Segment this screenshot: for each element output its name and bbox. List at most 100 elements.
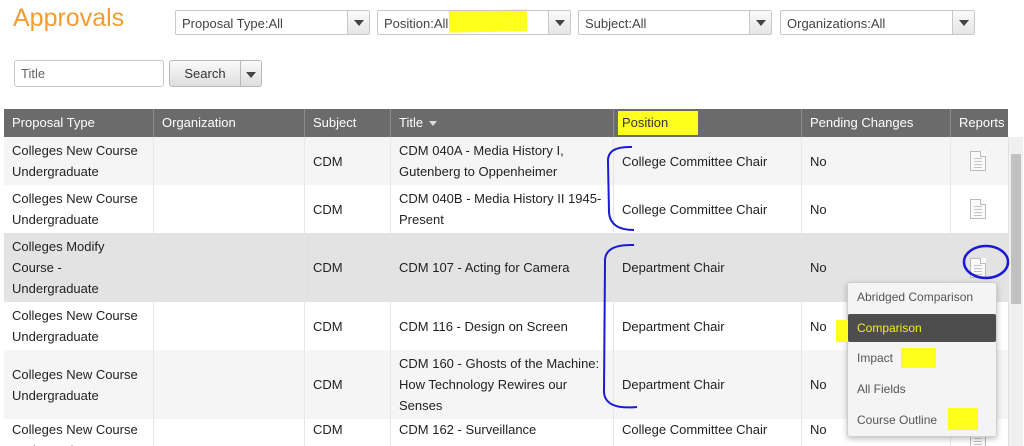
col-proposal-type[interactable]: Proposal Type [4, 109, 154, 137]
cell-title-line: Gutenberg to Oppenheimer [399, 164, 558, 179]
cell-title: CDM 116 - Design on Screen [391, 302, 614, 350]
cell-pending-changes-value: No [810, 201, 827, 217]
cell-position: College Committee Chair [614, 137, 802, 185]
cell-position-value: Department Chair [622, 318, 725, 334]
cell-subject-value: CDM [313, 153, 343, 169]
cell-subject: CDM [305, 137, 391, 185]
menu-item-all-fields[interactable]: All Fields [848, 375, 996, 403]
cell-pending-changes-text: No [810, 316, 827, 337]
cell-proposal-type-line: Colleges New Course [12, 143, 138, 158]
cell-proposal-type: Colleges New Course Undergraduate [4, 137, 154, 185]
cell-proposal-type-text: Colleges New Course Undergraduate [12, 364, 138, 406]
proposal-type-filter-label: Proposal Type:All [182, 16, 283, 31]
report-document-icon[interactable] [970, 151, 986, 171]
cell-subject: CDM [305, 419, 391, 446]
chevron-down-icon[interactable] [548, 11, 570, 34]
cell-pending-changes-text: No [810, 199, 827, 220]
organizations-filter-label: Organizations:All [787, 16, 886, 31]
position-filter-label: Position:All [384, 16, 449, 31]
cell-pending-changes-text: No [810, 374, 827, 395]
cell-proposal-type-line: Colleges Modify [12, 239, 105, 254]
cell-title-line: CDM 040A - Media History I, [399, 143, 564, 158]
col-subject[interactable]: Subject [305, 109, 391, 137]
report-document-icon[interactable] [970, 199, 986, 219]
chevron-down-icon[interactable] [952, 11, 974, 34]
cell-position-text: Department Chair [622, 257, 725, 278]
cell-title-line: Present [399, 212, 444, 227]
cell-title-line: CDM 040B - Media History II 1945- [399, 191, 602, 206]
cell-proposal-type-line: Course - [12, 260, 62, 275]
table-row[interactable]: Colleges New Course Undergraduate CDM CDM 0… [4, 137, 1008, 185]
cell-subject-text: CDM [313, 199, 343, 220]
highlight-mark [901, 348, 936, 368]
cell-position-value: Department Chair [622, 260, 725, 275]
chevron-down-icon [246, 72, 256, 78]
title-search-input[interactable] [14, 60, 164, 87]
cell-proposal-type-text: Colleges New Course Undergraduate [12, 188, 138, 230]
cell-pending-changes-text: No [810, 151, 827, 172]
cell-proposal-type: Colleges New Course Undergraduate [4, 350, 154, 419]
menu-item-comparison[interactable]: Comparison [848, 314, 996, 342]
cell-position-value: College Committee Chair [622, 153, 768, 169]
cell-reports [951, 185, 1008, 233]
report-document-icon[interactable] [970, 258, 986, 278]
scrollbar-thumb[interactable] [1011, 154, 1021, 304]
cell-position-value: College Committee Chair [622, 422, 768, 437]
cell-position-value: College Committee Chair [622, 201, 768, 217]
proposal-type-filter[interactable]: Proposal Type:All [175, 10, 370, 35]
organizations-filter[interactable]: Organizations:All [780, 10, 975, 35]
cell-proposal-type: Colleges New Course Undergraduate [4, 185, 154, 233]
menu-item-abridged-comparison[interactable]: Abridged Comparison [848, 283, 996, 311]
cell-reports [951, 137, 1008, 185]
cell-subject: CDM [305, 233, 391, 302]
cell-proposal-type-line: Undergraduate [12, 329, 99, 344]
position-filter[interactable]: Position:All [377, 10, 571, 35]
cell-proposal-type-line: Undergraduate [12, 281, 99, 296]
chevron-down-icon[interactable] [749, 11, 771, 34]
col-position[interactable]: Position [614, 109, 802, 137]
cell-organization [154, 350, 305, 419]
cell-subject-text: CDM [313, 316, 343, 337]
cell-position-text: College Committee Chair [622, 419, 767, 440]
cell-pending-changes-value: No [810, 377, 827, 392]
cell-pending-changes-text: No [810, 257, 827, 278]
cell-title-text: CDM 040A - Media History I, Gutenberg to … [399, 140, 564, 182]
cell-proposal-type-line: Colleges New Course [12, 422, 138, 437]
cell-title-line: How Technology Rewires our [399, 377, 568, 392]
search-options-dropdown[interactable] [241, 60, 262, 87]
cell-pending-changes-value: No [810, 153, 827, 169]
table-row[interactable]: Colleges New Course Undergraduate CDM CDM 0… [4, 185, 1008, 233]
cell-position: Department Chair [614, 233, 802, 302]
cell-organization [154, 137, 305, 185]
cell-subject-value: CDM [313, 422, 343, 437]
col-pending-changes[interactable]: Pending Changes [802, 109, 951, 137]
cell-organization [154, 233, 305, 302]
cell-organization [154, 302, 305, 350]
cell-subject-value: CDM [313, 377, 343, 392]
cell-title-line: CDM 160 - Ghosts of the Machine: [399, 356, 600, 371]
table-header: Proposal Type Organization Subject Title… [4, 109, 1008, 137]
cell-title-text: CDM 107 - Acting for Camera [399, 257, 570, 278]
vertical-scrollbar[interactable] [1008, 137, 1023, 446]
cell-proposal-type-line: Undergraduate [12, 164, 99, 179]
cell-proposal-type-text: Colleges Modify Course - Undergraduate [12, 236, 105, 299]
cell-title-text: CDM 162 - Surveillance [399, 419, 536, 440]
cell-subject-text: CDM [313, 419, 343, 440]
subject-filter-label: Subject:All [585, 16, 647, 31]
cell-position-text: College Committee Chair [622, 151, 767, 172]
cell-title-line: CDM 107 - Acting for Camera [399, 260, 570, 275]
cell-proposal-type: Colleges New Course Undergraduate [4, 302, 154, 350]
col-title[interactable]: Title [391, 109, 614, 137]
subject-filter[interactable]: Subject:All [578, 10, 772, 35]
cell-proposal-type-line: Undergraduate [12, 387, 99, 403]
col-reports[interactable]: Reports [951, 109, 1008, 137]
cell-proposal-type-line: Undergraduate [12, 440, 138, 446]
col-organization[interactable]: Organization [154, 109, 305, 137]
search-button[interactable]: Search [169, 60, 241, 87]
chevron-down-icon[interactable] [347, 11, 369, 34]
cell-proposal-type-line: Colleges New Course [12, 191, 138, 206]
cell-title: CDM 107 - Acting for Camera [391, 233, 614, 302]
cell-position: College Committee Chair [614, 185, 802, 233]
cell-subject-value: CDM [313, 260, 343, 275]
cell-position-text: Department Chair [622, 316, 725, 337]
